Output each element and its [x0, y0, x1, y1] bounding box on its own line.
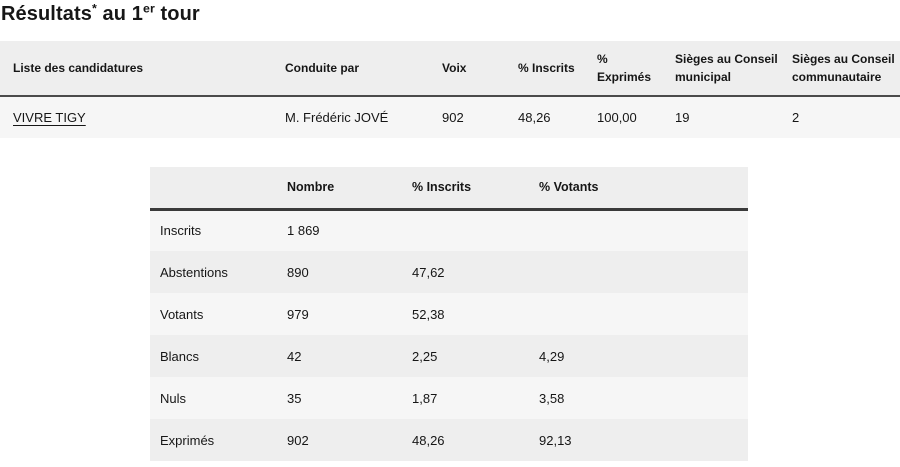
candidate-pct-exprimes-cell: 100,00	[584, 96, 662, 138]
row-label: Exprimés	[150, 419, 277, 461]
page-title-connector: au 1	[97, 3, 143, 25]
row-pct-votants: 4,29	[529, 335, 748, 377]
row-nombre: 35	[277, 377, 402, 419]
candidate-liste-cell: VIVRE TIGY	[0, 96, 272, 138]
row-nombre: 42	[277, 335, 402, 377]
candidate-sieges-municipal-cell: 19	[662, 96, 779, 138]
candidate-list-link[interactable]: VIVRE TIGY	[13, 110, 86, 125]
row-label: Votants	[150, 293, 277, 335]
column-header-pct-exprimes: %Exprimés	[584, 41, 662, 96]
table-row-abstentions: Abstentions 890 47,62	[150, 251, 748, 293]
row-nombre: 1 869	[277, 209, 402, 251]
table-row-nuls: Nuls 35 1,87 3,58	[150, 377, 748, 419]
row-nombre: 890	[277, 251, 402, 293]
column-header-voix: Voix	[429, 41, 505, 96]
column-header-empty	[150, 167, 277, 209]
candidate-row: VIVRE TIGY M. Frédéric JOVÉ 902 48,26 10…	[0, 96, 900, 138]
row-pct-inscrits: 47,62	[402, 251, 529, 293]
row-pct-votants: 3,58	[529, 377, 748, 419]
row-pct-inscrits	[402, 209, 529, 251]
table-row-inscrits: Inscrits 1 869	[150, 209, 748, 251]
column-header-pct-inscrits: % Inscrits	[505, 41, 584, 96]
page-title: Résultats* au 1er tour	[0, 0, 900, 27]
row-label: Abstentions	[150, 251, 277, 293]
column-header-liste: Liste des candidatures	[0, 41, 272, 96]
candidates-header-row: Liste des candidatures Conduite par Voix…	[0, 41, 900, 96]
participation-table: Nombre % Inscrits % Votants Inscrits 1 8…	[150, 167, 748, 461]
candidate-pct-inscrits-cell: 48,26	[505, 96, 584, 138]
row-label: Inscrits	[150, 209, 277, 251]
column-header-sieges-municipal: Sièges au Conseilmunicipal	[662, 41, 779, 96]
page-title-tour: tour	[155, 3, 200, 25]
row-pct-inscrits: 48,26	[402, 419, 529, 461]
candidate-conduite-par-cell: M. Frédéric JOVÉ	[272, 96, 429, 138]
row-pct-inscrits: 52,38	[402, 293, 529, 335]
row-label: Blancs	[150, 335, 277, 377]
participation-header-row: Nombre % Inscrits % Votants	[150, 167, 748, 209]
table-row-exprimes: Exprimés 902 48,26 92,13	[150, 419, 748, 461]
column-header-nombre: Nombre	[277, 167, 402, 209]
candidate-voix-cell: 902	[429, 96, 505, 138]
row-nombre: 902	[277, 419, 402, 461]
column-header-sieges-communautaire: Sièges au Conseilcommunautaire	[779, 41, 900, 96]
row-pct-votants	[529, 209, 748, 251]
row-pct-inscrits: 1,87	[402, 377, 529, 419]
candidates-table: Liste des candidatures Conduite par Voix…	[0, 41, 900, 138]
election-results-page: Résultats* au 1er tour Liste des candida…	[0, 0, 900, 461]
page-title-word: Résultats	[1, 3, 92, 25]
table-row-votants: Votants 979 52,38	[150, 293, 748, 335]
column-header-pct-votants: % Votants	[529, 167, 748, 209]
row-pct-inscrits: 2,25	[402, 335, 529, 377]
row-label: Nuls	[150, 377, 277, 419]
row-pct-votants	[529, 293, 748, 335]
row-nombre: 979	[277, 293, 402, 335]
candidate-sieges-communautaire-cell: 2	[779, 96, 900, 138]
row-pct-votants	[529, 251, 748, 293]
row-pct-votants: 92,13	[529, 419, 748, 461]
column-header-pct-inscrits: % Inscrits	[402, 167, 529, 209]
table-row-blancs: Blancs 42 2,25 4,29	[150, 335, 748, 377]
column-header-conduite-par: Conduite par	[272, 41, 429, 96]
page-title-ordinal-suffix: er	[143, 1, 155, 15]
